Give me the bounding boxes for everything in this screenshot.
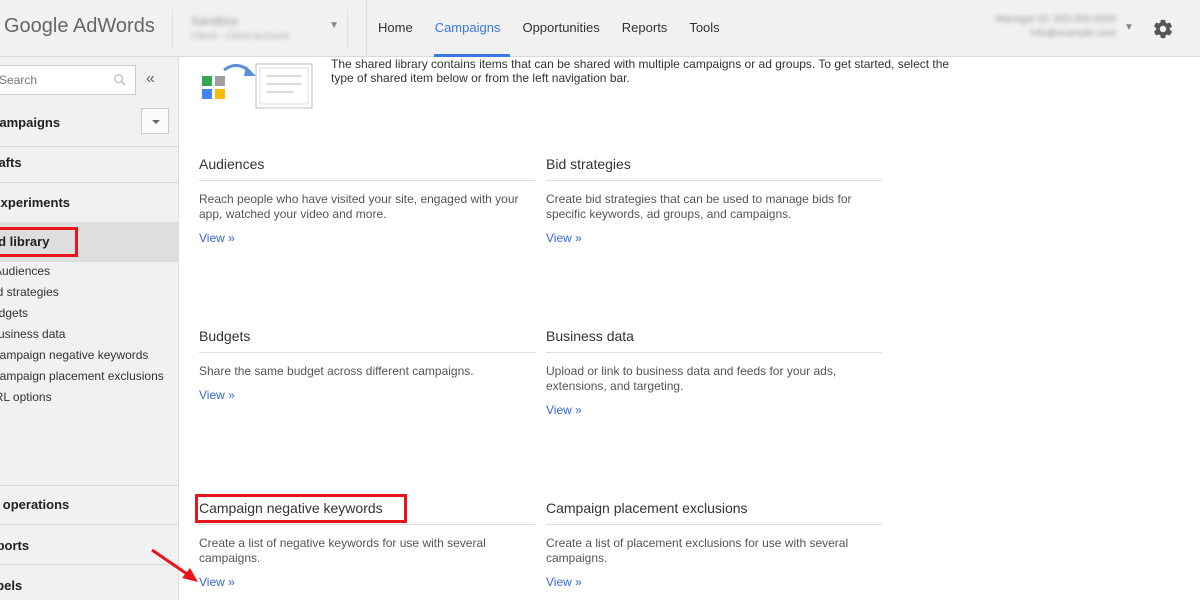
- account-name: Sandbox: [191, 14, 239, 28]
- highlight-campaign-negative-keywords: [195, 494, 407, 523]
- sidebar-sub-campaign-negative-keywords[interactable]: Campaign negative keywords: [0, 348, 148, 362]
- chevron-down-icon[interactable]: ▼: [1124, 22, 1134, 33]
- nav-reports[interactable]: Reports: [611, 0, 679, 57]
- sidebar: « Campaigns Drafts Experiments Shared li…: [0, 57, 179, 600]
- search-icon[interactable]: [113, 73, 127, 87]
- top-bar: Google AdWords Sandbox Client · Client a…: [0, 0, 1200, 57]
- intro-text: The shared library contains items that c…: [331, 57, 950, 85]
- card-title: Audiences: [199, 156, 535, 181]
- nav-tools[interactable]: Tools: [678, 0, 730, 57]
- sidebar-search[interactable]: [0, 65, 136, 95]
- card-description: Reach people who have visited your site,…: [199, 192, 519, 221]
- customer-id: Manager ID: 000-000-0000: [995, 14, 1116, 25]
- sidebar-item-labels[interactable]: Labels: [0, 578, 22, 593]
- red-arrow-annotation: [151, 548, 198, 582]
- divider: [0, 524, 179, 525]
- card-bid-strategies: Bid strategies Create bid strategies tha…: [546, 156, 882, 247]
- search-input[interactable]: [0, 66, 109, 94]
- divider: [0, 485, 179, 486]
- sidebar-sub-bid-strategies[interactable]: Bid strategies: [0, 285, 59, 299]
- nav-opportunities[interactable]: Opportunities: [511, 0, 610, 57]
- nav-home[interactable]: Home: [367, 0, 424, 57]
- campaigns-dropdown-button[interactable]: [141, 108, 169, 134]
- sidebar-sub-url-options[interactable]: URL options: [0, 390, 52, 404]
- view-audiences-link[interactable]: View »: [199, 231, 235, 245]
- view-budgets-link[interactable]: View »: [199, 388, 235, 402]
- account-sub: Client · Client account: [191, 31, 289, 42]
- sidebar-sub-budgets[interactable]: Budgets: [0, 306, 28, 320]
- sidebar-item-reports[interactable]: Reports: [0, 538, 29, 553]
- divider: [0, 146, 179, 147]
- view-campaign-placement-exclusions-link[interactable]: View »: [546, 575, 582, 589]
- card-description: Share the same budget across different c…: [199, 364, 474, 378]
- card-description: Create a list of negative keywords for u…: [199, 536, 486, 565]
- highlight-shared-library: [0, 227, 78, 257]
- sidebar-item-drafts[interactable]: Drafts: [0, 155, 22, 170]
- account-selector[interactable]: Sandbox Client · Client account ▼: [172, 10, 348, 48]
- card-title: Bid strategies: [546, 156, 882, 181]
- nav-campaigns[interactable]: Campaigns: [424, 0, 512, 57]
- sidebar-sub-campaign-placement-exclusions[interactable]: Campaign placement exclusions: [0, 369, 164, 383]
- adwords-logo[interactable]: Google AdWords: [4, 15, 155, 38]
- main-nav: Home Campaigns Opportunities Reports Too…: [366, 0, 731, 57]
- divider: [0, 261, 179, 262]
- card-description: Create a list of placement exclusions fo…: [546, 536, 849, 565]
- card-description: Upload or link to business data and feed…: [546, 364, 837, 393]
- card-title: Budgets: [199, 328, 535, 353]
- card-description: Create bid strategies that can be used t…: [546, 192, 852, 221]
- customer-email: info@example.com: [1030, 28, 1116, 39]
- view-bid-strategies-link[interactable]: View »: [546, 231, 582, 245]
- card-campaign-placement-exclusions: Campaign placement exclusions Create a l…: [546, 500, 882, 591]
- sidebar-sub-audiences[interactable]: Audiences: [0, 264, 50, 278]
- sidebar-item-bulk-operations[interactable]: Bulk operations: [0, 497, 69, 512]
- sidebar-item-experiments[interactable]: Experiments: [0, 195, 70, 210]
- view-business-data-link[interactable]: View »: [546, 403, 582, 417]
- sidebar-item-campaigns[interactable]: Campaigns: [0, 115, 60, 130]
- divider: [0, 182, 179, 183]
- sidebar-sub-business-data[interactable]: Business data: [0, 327, 65, 341]
- collapse-sidebar-icon[interactable]: «: [146, 70, 155, 88]
- gear-icon[interactable]: [1152, 18, 1174, 40]
- card-title: Campaign placement exclusions: [546, 500, 882, 525]
- card-business-data: Business data Upload or link to business…: [546, 328, 882, 419]
- card-budgets: Budgets Share the same budget across dif…: [199, 328, 535, 404]
- shared-library-illustration: [202, 63, 313, 109]
- card-audiences: Audiences Reach people who have visited …: [199, 156, 535, 247]
- card-title: Business data: [546, 328, 882, 353]
- customer-info[interactable]: Manager ID: 000-000-0000 info@example.co…: [996, 14, 1116, 39]
- view-campaign-negative-keywords-link[interactable]: View »: [199, 575, 235, 589]
- chevron-down-icon: ▼: [329, 20, 339, 31]
